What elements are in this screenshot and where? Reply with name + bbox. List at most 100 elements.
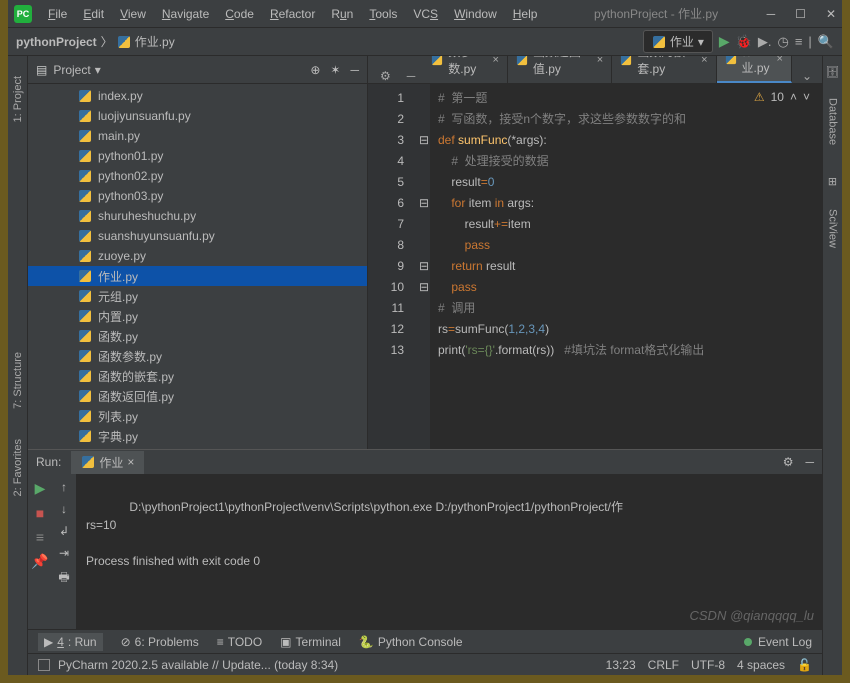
rerun-button[interactable]: ▶ xyxy=(35,480,46,497)
window-title: pythonProject - 作业.py xyxy=(545,5,766,22)
tree-item[interactable]: shuruheshuchu.py xyxy=(28,206,367,226)
close-icon[interactable]: × xyxy=(127,455,134,469)
tree-item[interactable]: python03.py xyxy=(28,186,367,206)
gear-icon[interactable]: ⚙ xyxy=(783,455,794,469)
search-icon[interactable]: 🔍 xyxy=(818,34,834,50)
maximize-icon[interactable]: ☐ xyxy=(795,7,806,21)
pyconsole-toolwindow-button[interactable]: 🐍 Python Console xyxy=(359,635,463,649)
editor-tab[interactable]: 数参数.py× xyxy=(423,56,508,83)
tree-item[interactable]: python02.py xyxy=(28,166,367,186)
menu-refactor[interactable]: Refactor xyxy=(262,3,323,25)
database-tool-tab[interactable]: Database xyxy=(827,98,839,145)
scroll-end-icon[interactable]: ⇥ xyxy=(59,546,69,560)
status-message[interactable]: PyCharm 2020.2.5 available // Update... … xyxy=(58,658,338,672)
event-log-button[interactable]: Event Log xyxy=(758,635,812,649)
coverage-icon[interactable]: ▶. xyxy=(758,34,772,50)
print-icon[interactable]: 🖶 xyxy=(58,568,69,589)
menu-tools[interactable]: Tools xyxy=(361,3,405,25)
structure-tool-tab[interactable]: 7: Structure xyxy=(12,352,24,409)
up-icon[interactable]: ↑ xyxy=(61,480,67,494)
file-encoding[interactable]: UTF-8 xyxy=(691,658,725,672)
tree-item[interactable]: main.py xyxy=(28,126,367,146)
minimize-icon[interactable]: ─ xyxy=(767,7,776,21)
project-tool-tab[interactable]: 1: Project xyxy=(12,76,24,122)
prev-highlight-icon[interactable]: ˄ xyxy=(790,90,797,104)
locate-icon[interactable]: ⊕ xyxy=(310,63,320,77)
project-tree[interactable]: index.pyluojiyunsuanfu.pymain.pypython01… xyxy=(28,84,367,449)
tree-item[interactable]: 列表.py xyxy=(28,406,367,426)
menu-window[interactable]: Window xyxy=(446,3,505,25)
gear-icon[interactable]: ⚙ xyxy=(372,69,399,83)
indent-setting[interactable]: 4 spaces xyxy=(737,658,785,672)
sciview-icon[interactable]: ⊞ xyxy=(826,175,840,189)
todo-toolwindow-button[interactable]: ≡ TODO xyxy=(217,635,262,649)
database-icon[interactable]: 🗄 xyxy=(826,64,840,78)
python-file-icon xyxy=(432,56,442,66)
sciview-tool-tab[interactable]: SciView xyxy=(827,209,839,248)
close-icon[interactable]: ✕ xyxy=(826,7,836,21)
profile-icon[interactable]: ◷ xyxy=(777,34,788,50)
pin-icon[interactable]: 📌 xyxy=(31,553,48,570)
menu-view[interactable]: View xyxy=(112,3,154,25)
run-tab[interactable]: 作业 × xyxy=(71,451,144,474)
menu-navigate[interactable]: Navigate xyxy=(154,3,217,25)
hide-icon[interactable]: ─ xyxy=(350,63,359,77)
tree-item[interactable]: 函数返回值.py xyxy=(28,386,367,406)
editor-tab[interactable]: 函数的嵌套.py× xyxy=(612,56,716,83)
problems-toolwindow-button[interactable]: ⊘ 6: Problems xyxy=(121,635,199,649)
close-icon[interactable]: × xyxy=(492,56,498,66)
tree-item[interactable]: 字典.py xyxy=(28,426,367,446)
warning-count[interactable]: 10 xyxy=(771,90,784,104)
tree-item[interactable]: luojiyunsuanfu.py xyxy=(28,106,367,126)
code-editor[interactable]: 12345678910111213 ⊟⊟⊟⊟ # 第一题# 写函数，接受n个数字… xyxy=(368,84,822,449)
tree-item[interactable]: 作业.py xyxy=(28,266,367,286)
fold-gutter[interactable]: ⊟⊟⊟⊟ xyxy=(418,84,430,449)
caret-position[interactable]: 13:23 xyxy=(606,658,636,672)
close-icon[interactable]: × xyxy=(701,56,707,66)
menu-code[interactable]: Code xyxy=(217,3,262,25)
breadcrumb-project[interactable]: pythonProject xyxy=(16,35,97,49)
soft-wrap-icon[interactable]: ↲ xyxy=(59,524,69,538)
tree-item[interactable]: suanshuyunsuanfu.py xyxy=(28,226,367,246)
warning-icon[interactable]: ⚠ xyxy=(754,90,765,104)
tree-item[interactable]: 内置.py xyxy=(28,306,367,326)
tree-item[interactable]: 函数.py xyxy=(28,326,367,346)
tree-item[interactable]: index.py xyxy=(28,86,367,106)
project-view-icon[interactable]: ▤ xyxy=(36,63,47,77)
concurrency-icon[interactable]: ≡ xyxy=(795,34,803,49)
tab-minimize-icon[interactable]: ─ xyxy=(399,69,424,83)
stop-button[interactable]: ■ xyxy=(36,505,44,521)
editor-tab[interactable]: 函数返回值.py× xyxy=(508,56,612,83)
favorites-tool-tab[interactable]: 2: Favorites xyxy=(12,439,24,496)
run-config-selector[interactable]: 作业 ▾ xyxy=(643,30,713,53)
tree-item[interactable]: 元组.py xyxy=(28,286,367,306)
close-icon[interactable]: × xyxy=(777,56,783,65)
menu-edit[interactable]: Edit xyxy=(75,3,112,25)
run-button[interactable]: ▶ xyxy=(719,33,730,50)
readonly-icon[interactable]: 🔓 xyxy=(797,658,812,672)
toolwindow-toggle-icon[interactable] xyxy=(38,659,50,671)
breadcrumb[interactable]: pythonProject 〉 作业.py xyxy=(16,33,175,50)
run-toolwindow-button[interactable]: ▶ 44: Run: Run xyxy=(38,633,103,651)
line-separator[interactable]: CRLF xyxy=(648,658,679,672)
breadcrumb-file[interactable]: 作业.py xyxy=(135,33,175,50)
tree-item[interactable]: 函数参数.py xyxy=(28,346,367,366)
close-icon[interactable]: × xyxy=(597,56,603,66)
down-icon[interactable]: ↓ xyxy=(61,502,67,516)
menu-vcs[interactable]: VCS xyxy=(405,3,446,25)
menu-file[interactable]: File xyxy=(40,3,75,25)
hide-icon[interactable]: ─ xyxy=(805,455,814,469)
collapse-icon[interactable]: ✶ xyxy=(330,63,340,77)
layout-icon[interactable]: ≡ xyxy=(36,529,44,545)
editor-tab[interactable]: 作业.py× xyxy=(717,56,792,83)
tree-item[interactable]: zuoye.py xyxy=(28,246,367,266)
debug-button[interactable]: 🐞 xyxy=(736,34,752,50)
tab-dropdown-icon[interactable]: ⌄ xyxy=(792,69,822,83)
next-highlight-icon[interactable]: ˅ xyxy=(803,90,810,104)
menu-help[interactable]: Help xyxy=(505,3,546,25)
tree-item[interactable]: 函数的嵌套.py xyxy=(28,366,367,386)
tree-item[interactable]: python01.py xyxy=(28,146,367,166)
run-output[interactable]: D:\pythonProject1\pythonProject\venv\Scr… xyxy=(76,474,822,629)
terminal-toolwindow-button[interactable]: ▣ Terminal xyxy=(280,635,341,649)
menu-run[interactable]: Run xyxy=(323,3,361,25)
